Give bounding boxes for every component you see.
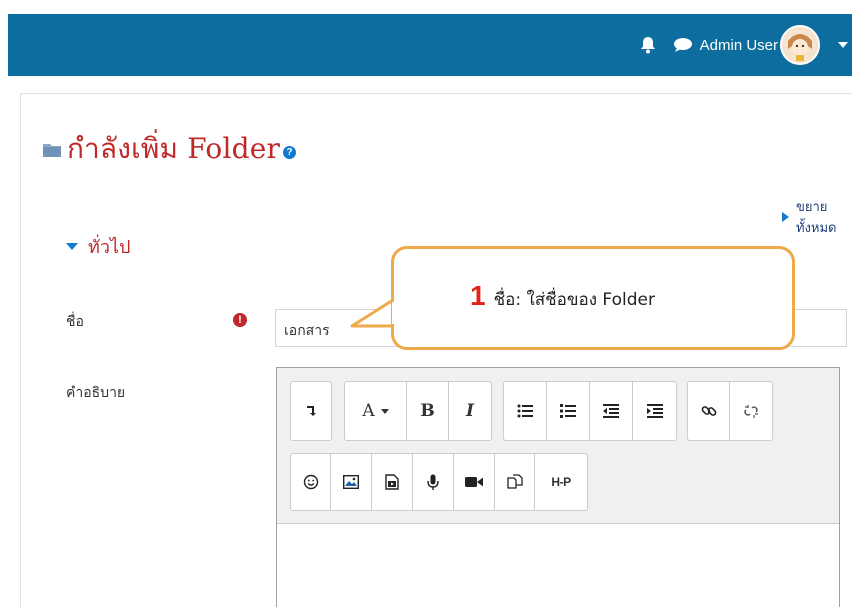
manage-files-button[interactable] — [495, 454, 535, 510]
collapse-icon — [307, 406, 316, 416]
indent-icon — [646, 404, 663, 418]
help-icon[interactable]: ? — [283, 145, 297, 159]
bell-icon[interactable] — [638, 35, 658, 55]
record-audio-button[interactable] — [413, 454, 454, 510]
indent-button[interactable] — [633, 382, 676, 440]
editor-toolbar: A B I H-P — [277, 368, 839, 524]
unlink-icon — [744, 405, 758, 418]
toolbar-group-links — [687, 381, 773, 441]
chat-icon[interactable] — [672, 35, 694, 55]
h5p-icon: H-P — [551, 475, 571, 489]
avatar[interactable] — [780, 25, 820, 65]
emoticon-icon — [303, 474, 318, 490]
expand-all-link[interactable]: ขยายทั้งหมด — [782, 196, 852, 238]
toolbar-group-text: A B I — [344, 381, 492, 441]
editor-content-area[interactable] — [277, 524, 839, 607]
callout-content: 1 ชื่อ: ใส่ชื่อของ Folder — [470, 280, 655, 313]
image-icon — [343, 475, 359, 489]
expand-arrow-icon — [782, 212, 789, 222]
video-camera-icon — [465, 477, 483, 487]
files-icon — [506, 474, 523, 489]
image-button[interactable] — [331, 454, 372, 510]
description-editor: A B I H-P — [276, 367, 840, 607]
emoticon-button[interactable] — [291, 454, 331, 510]
ordered-list-icon — [560, 404, 576, 418]
caret-down-icon[interactable] — [838, 42, 848, 48]
callout-number: 1 — [470, 280, 486, 311]
description-field-label: คำอธิบาย — [66, 385, 126, 401]
page-title: กำลังเพิ่ม Folder — [67, 132, 281, 165]
collapse-button[interactable] — [291, 382, 331, 440]
bold-button[interactable]: B — [407, 382, 449, 440]
italic-button[interactable]: I — [449, 382, 491, 440]
unlink-button[interactable] — [730, 382, 772, 440]
outdent-icon — [603, 404, 619, 418]
navbar-user-menu: Admin User — [638, 14, 852, 76]
user-name[interactable]: Admin User — [700, 37, 778, 54]
font-color-button[interactable]: A — [345, 382, 407, 440]
section-general-label: ทั่วไป — [88, 237, 131, 258]
unordered-list-button[interactable] — [504, 382, 547, 440]
microphone-icon — [427, 474, 439, 490]
h5p-button[interactable]: H-P — [535, 454, 587, 510]
link-icon — [701, 406, 716, 416]
section-general-toggle[interactable]: ทั่วไป — [66, 232, 130, 261]
media-icon — [385, 474, 399, 490]
unordered-list-icon — [517, 404, 533, 418]
name-field-label: ชื่อ — [66, 314, 84, 330]
outdent-button[interactable] — [590, 382, 633, 440]
collapse-arrow-icon — [66, 243, 78, 250]
required-icon: ! — [233, 313, 247, 327]
top-navbar: Admin User — [0, 0, 852, 76]
media-button[interactable] — [372, 454, 413, 510]
chevron-down-icon — [380, 408, 389, 414]
toolbar-group-collapse — [290, 381, 332, 441]
link-button[interactable] — [688, 382, 730, 440]
folder-icon — [43, 142, 61, 157]
italic-icon: I — [466, 401, 474, 421]
expand-all-label: ขยายทั้งหมด — [796, 200, 837, 236]
page-header: กำลังเพิ่ม Folder ? — [43, 127, 297, 171]
record-video-button[interactable] — [454, 454, 495, 510]
ordered-list-button[interactable] — [547, 382, 590, 440]
callout-message: ชื่อ: ใส่ชื่อของ Folder — [493, 290, 655, 310]
toolbar-group-lists — [503, 381, 677, 441]
toolbar-group-media: H-P — [290, 453, 588, 511]
bold-icon: B — [420, 401, 435, 421]
font-icon: A — [362, 401, 375, 421]
